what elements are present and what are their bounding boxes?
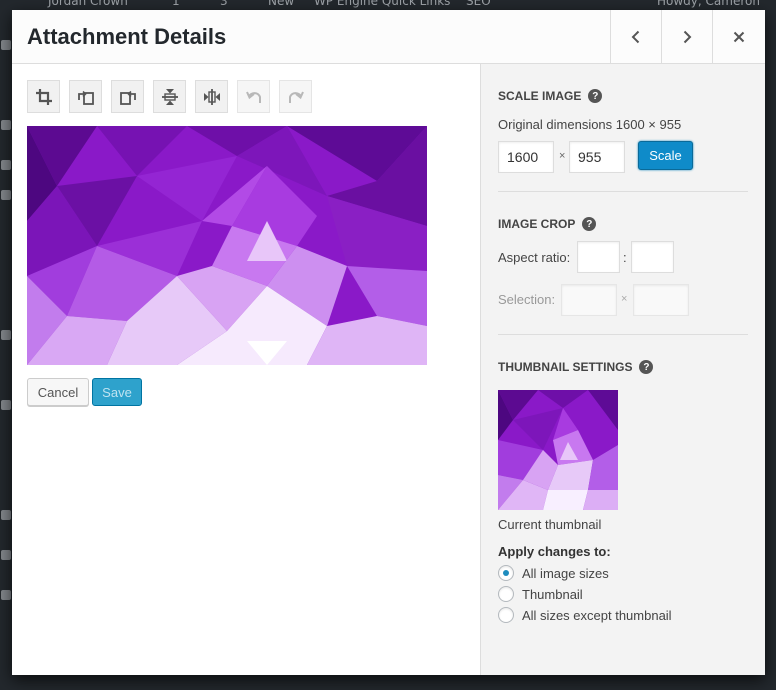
redo-tool[interactable] (279, 80, 312, 113)
flip-horizontal-tool[interactable] (195, 80, 228, 113)
modal-header: Attachment Details (12, 10, 765, 64)
redo-icon (288, 91, 304, 103)
help-icon[interactable]: ? (639, 360, 654, 374)
radio-button[interactable] (498, 565, 514, 581)
purple-polygon-image (27, 126, 427, 365)
radio-label: All sizes except thumbnail (522, 607, 672, 623)
admin-bar-site[interactable]: Jordan Crown (48, 0, 128, 8)
selection-times-sign: × (621, 293, 628, 305)
image-crop-title: IMAGE CROP (498, 217, 576, 231)
undo-tool[interactable] (237, 80, 270, 113)
modal-title: Attachment Details (27, 24, 227, 49)
chevron-right-icon (683, 30, 692, 44)
admin-bar-quicklinks[interactable]: WP Engine Quick Links (314, 0, 450, 8)
image-editor: Cancel Save (12, 64, 480, 675)
previous-button[interactable] (610, 10, 661, 64)
radio-label: All image sizes (522, 565, 609, 581)
radio-all-image-sizes[interactable]: All image sizes (498, 565, 609, 581)
divider (498, 334, 748, 335)
rotate-left-icon (77, 90, 94, 105)
scale-width-input[interactable]: 1600 (498, 141, 554, 173)
radio-button[interactable] (498, 607, 514, 623)
thumbnail-polygon-image (498, 390, 618, 510)
thumbnail-settings-heading: THUMBNAIL SETTINGS ? (498, 360, 654, 374)
undo-icon (245, 91, 261, 103)
radio-thumbnail[interactable]: Thumbnail (498, 586, 583, 602)
divider (498, 191, 748, 192)
admin-bar: Jordan Crown 1 3 New WP Engine Quick Lin… (0, 0, 776, 10)
thumbnail-settings-title: THUMBNAIL SETTINGS (498, 360, 633, 374)
radio-label: Thumbnail (522, 586, 583, 602)
current-thumbnail-image (498, 390, 618, 510)
flip-horizontal-icon (203, 88, 220, 105)
flip-vertical-icon (161, 88, 178, 105)
scale-image-heading: SCALE IMAGE ? (498, 89, 603, 103)
aspect-ratio-height-input[interactable] (631, 241, 674, 273)
close-icon (733, 31, 745, 43)
rotate-left-tool[interactable] (69, 80, 102, 113)
aspect-ratio-label: Aspect ratio: (498, 250, 571, 265)
scale-button[interactable]: Scale (638, 141, 693, 170)
original-dimensions: Original dimensions 1600 × 955 (498, 117, 682, 132)
save-button[interactable]: Save (92, 378, 142, 406)
admin-sidebar (0, 10, 12, 690)
crop-tool[interactable] (27, 80, 60, 113)
rotate-right-icon (119, 90, 136, 105)
selection-width-input[interactable] (561, 284, 617, 316)
scale-height-input[interactable]: 955 (569, 141, 625, 173)
image-settings-sidebar: SCALE IMAGE ? Original dimensions 1600 ×… (480, 64, 765, 675)
admin-bar-howdy[interactable]: Howdy, Cameron (657, 0, 760, 8)
flip-vertical-tool[interactable] (153, 80, 186, 113)
selection-height-input[interactable] (633, 284, 689, 316)
image-crop-heading: IMAGE CROP ? (498, 217, 597, 231)
admin-bar-new[interactable]: New (268, 0, 294, 8)
admin-bar-seo[interactable]: SEO (466, 0, 491, 8)
image-preview[interactable] (27, 126, 427, 365)
chevron-left-icon (631, 30, 640, 44)
rotate-right-tool[interactable] (111, 80, 144, 113)
radio-all-sizes-except-thumbnail[interactable]: All sizes except thumbnail (498, 607, 672, 623)
help-icon[interactable]: ? (588, 89, 603, 103)
admin-bar-comments[interactable]: 3 (220, 0, 228, 8)
close-button[interactable] (712, 10, 765, 64)
radio-button[interactable] (498, 586, 514, 602)
aspect-ratio-separator: : (623, 250, 627, 265)
aspect-ratio-width-input[interactable] (577, 241, 620, 273)
next-button[interactable] (661, 10, 712, 64)
help-icon[interactable]: ? (582, 217, 597, 231)
cancel-button[interactable]: Cancel (27, 378, 89, 406)
current-thumbnail-caption: Current thumbnail (498, 517, 602, 532)
selection-label: Selection: (498, 292, 556, 307)
admin-bar-updates[interactable]: 1 (172, 0, 180, 8)
scale-image-title: SCALE IMAGE (498, 89, 582, 103)
scale-times-sign: × (559, 150, 566, 162)
apply-changes-label: Apply changes to: (498, 544, 611, 559)
attachment-details-modal: Attachment Details Cancel Save SCALE IMA… (12, 10, 765, 675)
crop-icon (35, 88, 52, 105)
